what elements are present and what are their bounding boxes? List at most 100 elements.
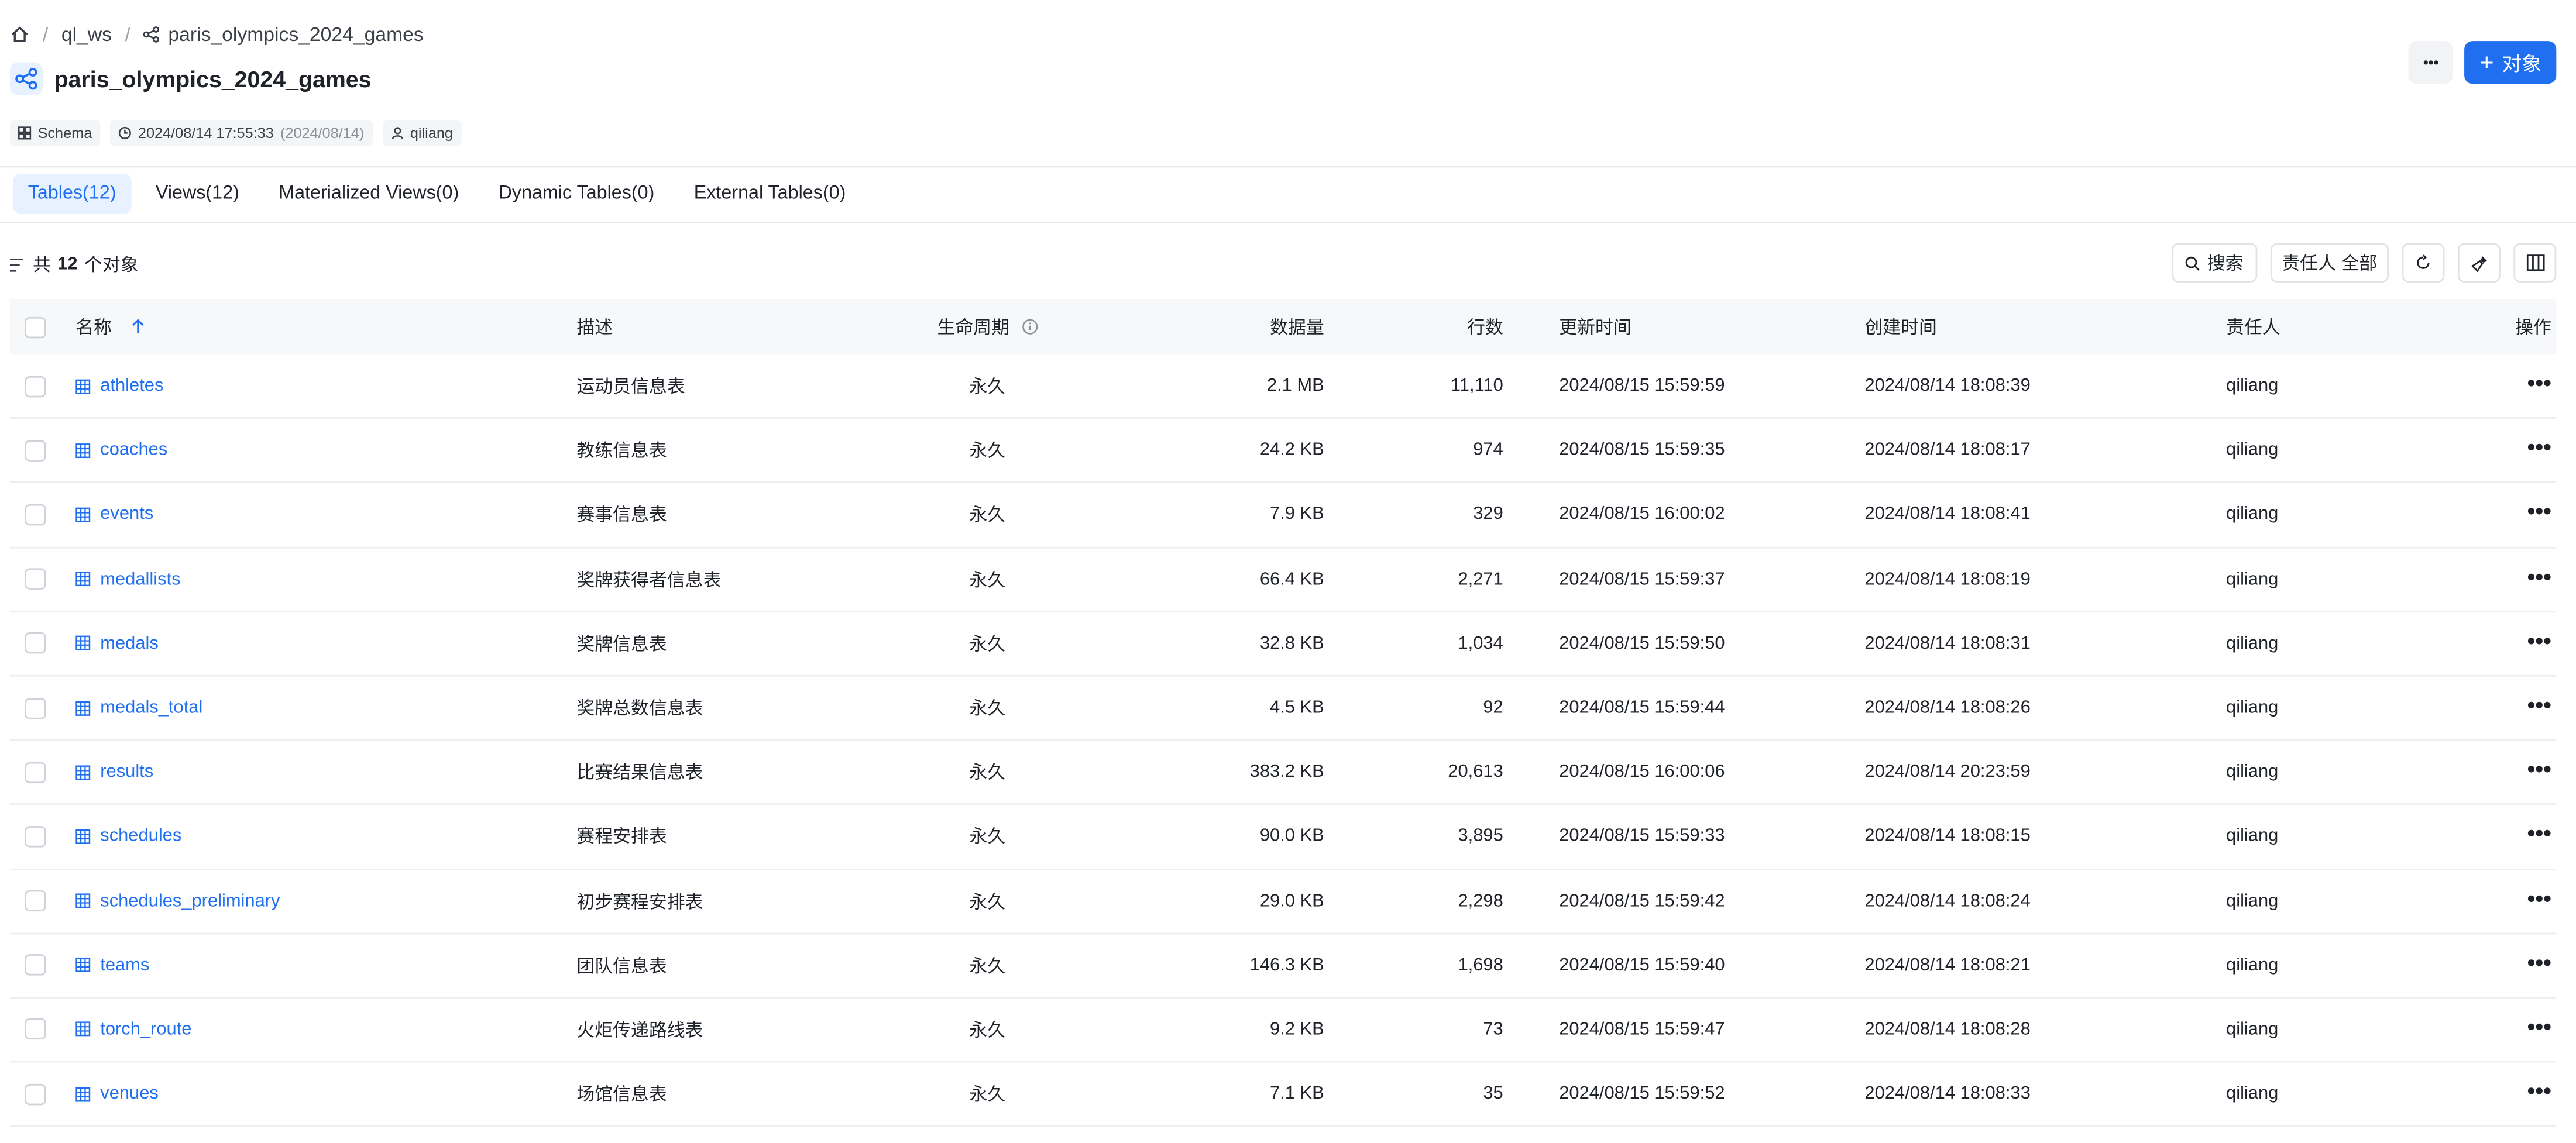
row-more-button[interactable]: •••: [2527, 1079, 2551, 1102]
table-row[interactable]: medals_total 奖牌总数信息表 永久 4.5 KB 92 2024/0…: [9, 676, 2557, 741]
table-grid-icon: [75, 958, 91, 973]
ops-cell: •••: [2456, 629, 2551, 653]
table-name-link[interactable]: coaches: [100, 440, 167, 460]
owner-filter[interactable]: 责任人 全部: [2270, 243, 2389, 283]
object-count: 共 12 个对象: [9, 252, 139, 278]
table-row[interactable]: teams 团队信息表 永久 146.3 KB 1,698 2024/08/15…: [9, 934, 2557, 999]
tab-external-tables[interactable]: External Tables(0): [679, 174, 860, 214]
name-cell: medals_total: [75, 698, 576, 718]
refresh-button[interactable]: [2402, 243, 2445, 283]
list-icon: [9, 257, 23, 271]
clean-button[interactable]: [2457, 243, 2501, 283]
tab-dynamic-tables[interactable]: Dynamic Tables(0): [483, 174, 669, 214]
table-row[interactable]: medals 奖牌信息表 永久 32.8 KB 1,034 2024/08/15…: [9, 612, 2557, 677]
row-checkbox[interactable]: [25, 439, 46, 462]
owner-cell: qiliang: [2226, 440, 2279, 460]
columns-button[interactable]: [2513, 243, 2557, 283]
table-row[interactable]: torch_route 火炬传递路线表 永久 9.2 KB 73 2024/08…: [9, 999, 2557, 1063]
table-row[interactable]: schedules 赛程安排表 永久 90.0 KB 3,895 2024/08…: [9, 805, 2557, 870]
search-button[interactable]: 搜索: [2172, 243, 2258, 283]
breadcrumb-workspace[interactable]: ql_ws: [61, 23, 112, 46]
row-checkbox-cell: [10, 1083, 75, 1105]
row-more-button[interactable]: •••: [2527, 500, 2551, 523]
object-tabs: Tables(12) Views(12) Materialized Views(…: [13, 174, 860, 214]
timestamp-date: (2024/08/14): [280, 125, 365, 142]
row-checkbox[interactable]: [25, 504, 46, 526]
row-checkbox[interactable]: [25, 1083, 46, 1105]
breadcrumb-schema-label: paris_olympics_2024_games: [168, 23, 424, 46]
table-name-link[interactable]: teams: [100, 955, 149, 975]
created-cell: 2024/08/14 18:08:19: [1864, 569, 2031, 589]
user-icon: [391, 127, 403, 139]
table-header: 名称 描述 生命周期 数据量 行数 更新时间 创建时间 责任人 操作: [9, 298, 2557, 355]
row-more-button[interactable]: •••: [2527, 629, 2551, 652]
table-row[interactable]: results 比赛结果信息表 永久 383.2 KB 20,613 2024/…: [9, 741, 2557, 805]
row-more-button[interactable]: •••: [2527, 693, 2551, 716]
more-button[interactable]: •••: [2409, 41, 2454, 84]
tab-tables[interactable]: Tables(12): [13, 174, 131, 214]
row-more-button[interactable]: •••: [2527, 886, 2551, 909]
type-chip-label: Schema: [37, 125, 92, 142]
table-name-link[interactable]: medallists: [100, 569, 180, 589]
tabs-divider: [0, 221, 2576, 223]
table-row[interactable]: schedules_preliminary 初步赛程安排表 永久 29.0 KB…: [9, 870, 2557, 934]
count-prefix: 共: [33, 256, 51, 276]
name-cell: schedules: [75, 827, 576, 846]
table-name-link[interactable]: events: [100, 505, 153, 525]
table-name-link[interactable]: schedules: [100, 827, 181, 846]
row-checkbox[interactable]: [25, 568, 46, 590]
tab-views[interactable]: Views(12): [141, 174, 254, 214]
row-more-button[interactable]: •••: [2527, 436, 2551, 459]
table-grid-icon: [75, 829, 91, 844]
header-name[interactable]: 名称: [75, 314, 576, 340]
row-checkbox[interactable]: [25, 697, 46, 719]
home-icon[interactable]: [10, 25, 30, 44]
meta-row: Schema 2024/08/14 17:55:33 (2024/08/14) …: [9, 119, 462, 146]
row-more-button[interactable]: •••: [2527, 951, 2551, 973]
table-name-link[interactable]: torch_route: [100, 1020, 191, 1039]
select-all-checkbox[interactable]: [25, 316, 46, 338]
table-row[interactable]: venues 场馆信息表 永久 7.1 KB 35 2024/08/15 15:…: [9, 1063, 2557, 1127]
add-object-button[interactable]: + 对象: [2464, 41, 2557, 84]
row-checkbox-cell: [10, 632, 75, 655]
search-icon: [2186, 256, 2200, 270]
row-checkbox[interactable]: [25, 890, 46, 912]
owner-cell: qiliang: [2226, 827, 2279, 846]
columns-icon: [2526, 254, 2544, 271]
row-checkbox[interactable]: [25, 375, 46, 397]
table-name-link[interactable]: results: [100, 762, 153, 782]
table-row[interactable]: coaches 教练信息表 永久 24.2 KB 974 2024/08/15 …: [9, 419, 2557, 484]
tab-materialized-views[interactable]: Materialized Views(0): [264, 174, 474, 214]
description-cell: 奖牌信息表: [576, 635, 667, 655]
row-checkbox[interactable]: [25, 761, 46, 783]
breadcrumb-schema[interactable]: paris_olympics_2024_games: [143, 23, 424, 46]
row-more-button[interactable]: •••: [2527, 564, 2551, 587]
row-checkbox[interactable]: [25, 632, 46, 655]
info-icon[interactable]: [1021, 319, 1038, 335]
row-more-button[interactable]: •••: [2527, 758, 2551, 780]
table-name-link[interactable]: medals_total: [100, 698, 202, 718]
table-name-link[interactable]: medals: [100, 634, 159, 653]
tables-table: 名称 描述 生命周期 数据量 行数 更新时间 创建时间 责任人 操作 athle…: [9, 298, 2557, 1127]
refresh-icon: [2417, 254, 2430, 269]
page-title: paris_olympics_2024_games: [54, 66, 372, 92]
row-more-button[interactable]: •••: [2527, 822, 2551, 845]
row-checkbox[interactable]: [25, 1018, 46, 1041]
row-checkbox[interactable]: [25, 825, 46, 848]
row-checkbox-cell: [10, 1018, 75, 1041]
table-name-link[interactable]: venues: [100, 1084, 159, 1104]
row-checkbox[interactable]: [25, 954, 46, 976]
updated-cell: 2024/08/15 15:59:47: [1559, 1020, 1725, 1039]
sort-ascending-icon[interactable]: [132, 319, 145, 335]
table-row[interactable]: events 赛事信息表 永久 7.9 KB 329 2024/08/15 16…: [9, 483, 2557, 548]
table-row[interactable]: athletes 运动员信息表 永久 2.1 MB 11,110 2024/08…: [9, 354, 2557, 419]
table-name-link[interactable]: schedules_preliminary: [100, 891, 280, 911]
size-cell: 24.2 KB: [1259, 440, 1324, 460]
size-cell: 90.0 KB: [1259, 827, 1324, 846]
top-actions: ••• + 对象: [2409, 41, 2557, 84]
row-more-button[interactable]: •••: [2527, 1015, 2551, 1038]
table-row[interactable]: medallists 奖牌获得者信息表 永久 66.4 KB 2,271 202…: [9, 548, 2557, 612]
description-cell: 赛事信息表: [576, 506, 667, 526]
table-name-link[interactable]: athletes: [100, 376, 163, 396]
row-more-button[interactable]: •••: [2527, 371, 2551, 394]
